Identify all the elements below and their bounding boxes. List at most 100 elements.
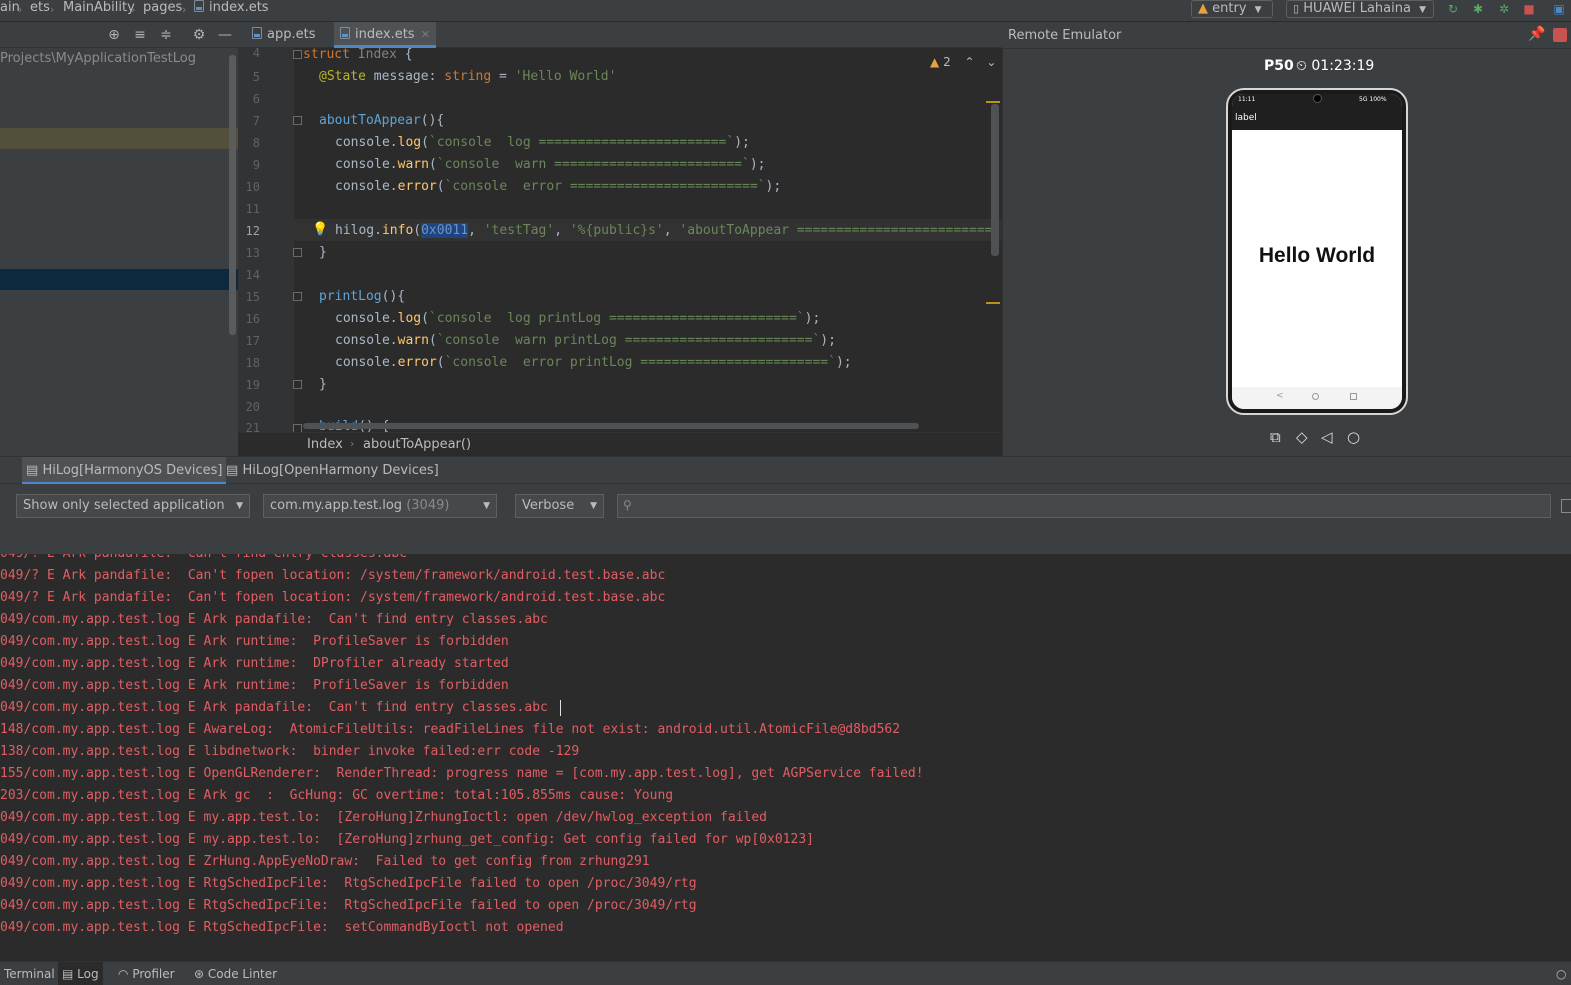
timer-display: ⏲ 01:23:19 xyxy=(1296,58,1374,74)
line-number: 16 xyxy=(245,312,260,326)
tab-label: index.ets xyxy=(355,27,415,42)
breadcrumb-separator: › xyxy=(18,3,23,16)
line-number: 19 xyxy=(245,378,260,392)
code-line: } xyxy=(319,377,327,392)
tool-code-linter[interactable]: ⊛ Code Linter xyxy=(190,962,281,985)
ets-file-icon xyxy=(340,27,350,39)
tool-profiler[interactable]: ◠ Profiler xyxy=(114,962,179,985)
tool-log[interactable]: ▤ Log xyxy=(58,962,103,985)
tool-terminal[interactable]: Terminal xyxy=(0,962,59,985)
device-select[interactable]: ▯ HUAWEI Lahaina ▼ xyxy=(1286,0,1434,18)
recents-icon[interactable] xyxy=(1350,393,1357,400)
editor-scrollbar[interactable] xyxy=(991,104,999,256)
hide-icon[interactable]: — xyxy=(217,27,233,43)
code-line: printLog(){ xyxy=(319,289,406,304)
screenshot-icon[interactable]: ⧉ xyxy=(1270,428,1281,446)
profiler-icon: ◠ xyxy=(118,967,129,981)
code-line: struct Index { xyxy=(303,47,413,62)
log-search-input[interactable]: ⚲ xyxy=(617,494,1551,518)
breadcrumb-item[interactable]: pages xyxy=(143,0,182,22)
close-icon[interactable]: ✕ xyxy=(421,28,430,41)
tab-label: HiLog[HarmonyOS Devices] xyxy=(42,463,223,478)
tab-hilog-openharmony[interactable]: ▤ HiLog[OpenHarmony Devices] xyxy=(222,457,443,485)
module-icon: ▲ xyxy=(1198,1,1208,16)
project-scrollbar[interactable] xyxy=(229,55,236,335)
breadcrumb-item[interactable]: MainAbility xyxy=(63,0,135,22)
log-line: 155/com.my.app.test.log E OpenGLRenderer… xyxy=(0,766,924,781)
breadcrumb-item[interactable]: ets xyxy=(30,0,50,22)
code-line: console.log(`console log ===============… xyxy=(335,135,750,150)
editor-breadcrumb-item[interactable]: Index xyxy=(307,437,343,452)
fold-marker-icon[interactable] xyxy=(293,380,302,389)
collapse-all-icon[interactable]: ≑ xyxy=(158,27,174,43)
layout-icon[interactable]: ▣ xyxy=(1552,2,1566,16)
expand-all-icon[interactable]: ≡ xyxy=(132,27,148,43)
editor-horizontal-scrollbar[interactable] xyxy=(303,423,919,429)
breadcrumb-item[interactable]: ain xyxy=(0,0,20,22)
log-line: 049/com.my.app.test.log E Ark runtime: P… xyxy=(0,634,509,649)
line-number-current: 12 xyxy=(245,224,260,238)
home-button-icon[interactable]: ○ xyxy=(1347,428,1360,446)
status-indicators: 5G 100% xyxy=(1359,96,1387,103)
back-button-icon[interactable]: ◁ xyxy=(1321,428,1333,446)
line-number: 4 xyxy=(252,46,260,60)
rerun-icon[interactable]: ↻ xyxy=(1446,2,1460,16)
lightbulb-icon[interactable]: 💡 xyxy=(312,222,328,237)
editor-breadcrumb-item[interactable]: aboutToAppear() xyxy=(363,437,471,452)
process-select[interactable]: com.my.app.test.log (3049) ▼ xyxy=(263,494,497,518)
chevron-down-icon: ▼ xyxy=(590,501,597,511)
fold-marker-icon[interactable] xyxy=(293,116,302,125)
log-line: 049/? E Ark pandafile: Can't find entry … xyxy=(0,554,407,565)
chevron-down-icon: ▼ xyxy=(1254,5,1262,15)
stop-icon[interactable]: ■ xyxy=(1522,2,1536,16)
editor-breadcrumb: Index › aboutToAppear() xyxy=(238,432,1002,456)
chevron-down-icon[interactable]: ⌄ xyxy=(986,55,996,69)
module-select[interactable]: ▲ entry ▼ xyxy=(1191,0,1273,18)
regex-checkbox[interactable] xyxy=(1561,499,1571,513)
breadcrumb-separator: › xyxy=(182,3,187,16)
project-tree-row-selected[interactable] xyxy=(0,269,238,290)
fold-marker-icon[interactable] xyxy=(293,248,302,257)
process-name: com.my.app.test.log xyxy=(270,498,403,513)
log-line: 049/com.my.app.test.log E Ark runtime: D… xyxy=(0,656,509,671)
stop-emulator-icon[interactable] xyxy=(1553,28,1567,42)
line-number: 9 xyxy=(252,158,260,172)
line-number: 5 xyxy=(252,70,260,84)
line-number: 15 xyxy=(245,290,260,304)
back-icon[interactable]: < xyxy=(1276,391,1284,401)
pin-icon[interactable]: 📌 xyxy=(1528,26,1545,42)
device-select-value: HUAWEI Lahaina xyxy=(1303,1,1411,16)
breadcrumb-file[interactable]: index.ets xyxy=(194,0,269,22)
tab-hilog-harmonyos[interactable]: ▤ HiLog[HarmonyOS Devices] xyxy=(22,457,227,485)
log-output[interactable]: 049/? E Ark pandafile: Can't find entry … xyxy=(0,554,1571,961)
timer-value: 01:23:19 xyxy=(1311,58,1375,74)
filter-mode-select[interactable]: Show only selected application ▼ xyxy=(16,494,250,518)
line-number: 18 xyxy=(245,356,260,370)
gear-icon[interactable]: ⚙ xyxy=(191,27,207,43)
project-tree-row-highlight[interactable] xyxy=(0,128,238,149)
chevron-down-icon: ▼ xyxy=(483,501,490,511)
app-label: label xyxy=(1235,113,1257,123)
debug-icon[interactable]: ✱ xyxy=(1471,2,1485,16)
timer-icon: ⏲ xyxy=(1296,58,1307,74)
log-line: 138/com.my.app.test.log E libdnetwork: b… xyxy=(0,744,580,759)
phone-nav-bar: < xyxy=(1232,387,1402,409)
warning-marker[interactable] xyxy=(986,101,1000,103)
event-log-icon[interactable]: ○ xyxy=(1552,962,1570,985)
attach-debugger-icon[interactable]: ✲ xyxy=(1497,2,1511,16)
inspection-widget[interactable]: ▲ 2 ⌃ ⌄ xyxy=(930,55,996,69)
log-level-select[interactable]: Verbose ▼ xyxy=(515,494,604,518)
fold-marker-icon[interactable] xyxy=(293,50,302,59)
project-toolbar: ⊕ ≡ ≑ ⚙ — xyxy=(0,22,238,48)
project-path[interactable]: Projects\MyApplicationTestLog xyxy=(0,51,196,66)
locate-icon[interactable]: ⊕ xyxy=(106,27,122,43)
phone-screen[interactable]: 11:11 5G 100% label Hello World < xyxy=(1232,94,1402,409)
fold-marker-icon[interactable] xyxy=(293,292,302,301)
rotate-icon[interactable]: ◇ xyxy=(1296,428,1308,446)
code-line: console.warn(`console warn =============… xyxy=(335,157,766,172)
warning-marker[interactable] xyxy=(986,302,1000,304)
line-number: 8 xyxy=(252,136,260,150)
chevron-up-icon[interactable]: ⌃ xyxy=(965,55,975,69)
home-icon[interactable] xyxy=(1312,393,1319,400)
breadcrumb-separator: › xyxy=(350,437,355,450)
